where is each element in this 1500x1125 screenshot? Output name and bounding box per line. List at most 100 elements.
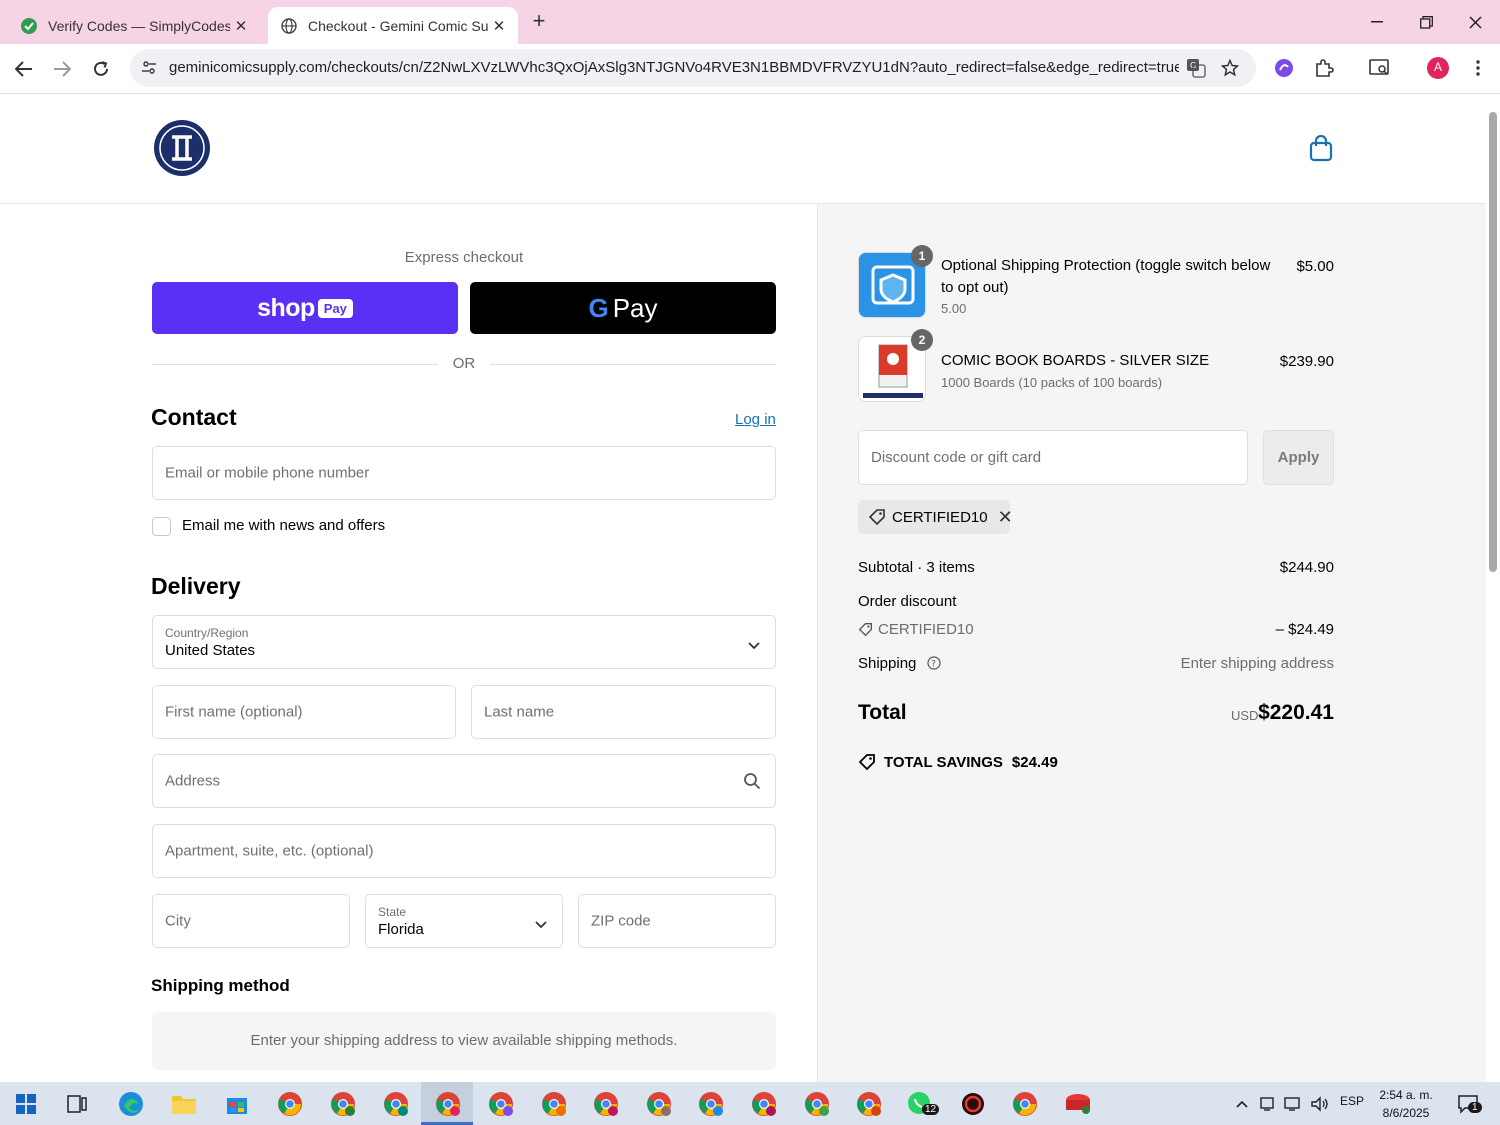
chevron-down-icon [534,916,548,929]
address-bar[interactable]: geminicomicsupply.com/checkouts/cn/Z2NwL… [130,49,1256,87]
item-variant: 1000 Boards (10 packs of 100 boards) [941,375,1163,390]
simplycodes-icon [20,17,38,35]
country-select[interactable]: Country/Region United States [152,615,776,669]
order-discount-code: CERTIFIED10 [878,621,974,638]
chrome-profile-icon[interactable] [645,1090,673,1118]
browser-tab-bar: Verify Codes — SimplyCodes ✕ Checkout - … [0,0,1500,44]
country-label: Country/Region [165,626,249,640]
clock-date: 8/6/2025 [1382,1106,1430,1120]
task-view-icon[interactable] [63,1090,91,1118]
whatsapp-icon[interactable]: 12 [906,1090,940,1118]
close-window-icon[interactable] [1460,10,1490,34]
minimize-icon[interactable] [1362,10,1392,34]
login-link[interactable]: Log in [735,411,776,428]
reload-icon[interactable] [88,56,114,82]
chevron-up-icon[interactable] [1228,1090,1256,1118]
extensions-puzzle-icon[interactable] [1312,56,1336,80]
city-field[interactable]: City [152,894,350,948]
tab-checkout[interactable]: Checkout - Gemini Comic Supp ✕ [268,7,518,44]
chevron-down-icon [747,637,761,650]
email-field[interactable]: Email or mobile phone number [152,446,776,500]
chrome-profile-icon[interactable] [750,1090,778,1118]
help-circle-icon[interactable]: ? [926,656,941,670]
browser-toolbar: geminicomicsupply.com/checkouts/cn/Z2NwL… [0,44,1500,94]
app-stack-icon[interactable] [1064,1090,1092,1118]
chrome-icon[interactable] [276,1090,304,1118]
site-settings-icon[interactable] [137,56,161,80]
express-checkout-label: Express checkout [404,249,524,266]
state-label: State [378,905,407,919]
order-summary: 1 Optional Shipping Protection (toggle s… [818,204,1486,1082]
new-tab-button[interactable]: + [528,10,550,34]
file-explorer-icon[interactable] [170,1090,198,1118]
notification-icon[interactable]: 1 [1454,1090,1482,1118]
remove-discount-icon[interactable]: ✕ [998,507,1013,528]
state-select[interactable]: State Florida [365,894,563,948]
store-icon[interactable] [223,1090,251,1118]
language-indicator[interactable]: ESP [1340,1094,1364,1108]
checkout-form: Express checkout shop Pay G Pay OR Conta… [0,204,818,1082]
chrome-profile-icon[interactable] [434,1090,462,1118]
state-value: Florida [378,921,424,938]
close-tab-icon[interactable]: ✕ [488,17,510,35]
gemini-comic-logo[interactable] [152,118,212,178]
google-pay-button[interactable]: G Pay [470,282,776,334]
tab-simplycodes[interactable]: Verify Codes — SimplyCodes ✕ [8,7,260,44]
back-icon[interactable] [11,56,37,82]
windows-start-icon[interactable] [12,1090,40,1118]
network-icon[interactable] [1280,1090,1308,1118]
contact-title: Contact [151,404,237,430]
total-savings: TOTAL SAVINGS $24.49 [858,753,1058,771]
chrome-profile-icon[interactable] [592,1090,620,1118]
forward-icon[interactable] [49,56,75,82]
shopping-bag-icon[interactable] [1308,134,1334,162]
last-name-placeholder: Last name [484,703,555,721]
order-discount-label: Order discount [858,593,957,610]
order-discount-code-wrap: CERTIFIED10 [858,621,974,638]
tab-search-icon[interactable] [1368,56,1392,80]
search-icon [743,772,761,790]
chrome-profile-icon[interactable] [803,1090,831,1118]
shipping-row: Shipping ? Enter shipping address [858,655,1334,672]
apply-button[interactable]: Apply [1263,430,1334,485]
zip-placeholder: ZIP code [591,912,651,930]
or-label: OR [452,355,476,372]
scrollbar-thumb[interactable] [1489,112,1497,572]
checkout-header [0,94,1486,204]
edge-icon[interactable] [117,1090,145,1118]
address-field[interactable]: Address [152,754,776,808]
last-name-field[interactable]: Last name [471,685,776,739]
discount-code-field[interactable]: Discount code or gift card [858,430,1248,485]
or-divider: OR [152,354,776,374]
menu-kebab-icon[interactable] [1466,56,1490,80]
apartment-field[interactable]: Apartment, suite, etc. (optional) [152,824,776,878]
chrome-profile-icon[interactable] [855,1090,883,1118]
translate-icon[interactable]: G [1184,56,1208,80]
shipping-label: Shipping [858,655,917,672]
subtotal-value: $244.90 [1279,559,1334,576]
close-tab-icon[interactable]: ✕ [230,17,252,35]
item-quantity-badge: 2 [911,329,933,351]
newsletter-checkbox[interactable] [152,517,171,536]
profile-avatar[interactable]: A [1426,56,1450,80]
app-red-icon[interactable] [959,1090,987,1118]
first-name-placeholder: First name (optional) [165,703,303,721]
volume-icon[interactable] [1306,1090,1334,1118]
device-icon[interactable] [1253,1090,1281,1118]
chrome-profile-icon[interactable] [329,1090,357,1118]
chrome-profile-icon[interactable] [487,1090,515,1118]
bookmark-star-icon[interactable] [1218,56,1242,80]
chrome-profile-icon[interactable] [540,1090,568,1118]
page-scrollbar[interactable] [1486,94,1500,1082]
chrome-profile-icon[interactable] [382,1090,410,1118]
shop-pay-button[interactable]: shop Pay [152,282,458,334]
shipping-value: Enter shipping address [1180,655,1334,672]
restore-icon[interactable] [1411,10,1441,34]
extension-purple-icon[interactable] [1272,56,1296,80]
chrome-icon[interactable] [1011,1090,1039,1118]
clock[interactable]: 2:54 a. m. 8/6/2025 [1370,1086,1442,1122]
chrome-profile-icon[interactable] [697,1090,725,1118]
first-name-field[interactable]: First name (optional) [152,685,456,739]
zip-field[interactable]: ZIP code [578,894,776,948]
shop-pay-badge: Pay [317,298,353,318]
